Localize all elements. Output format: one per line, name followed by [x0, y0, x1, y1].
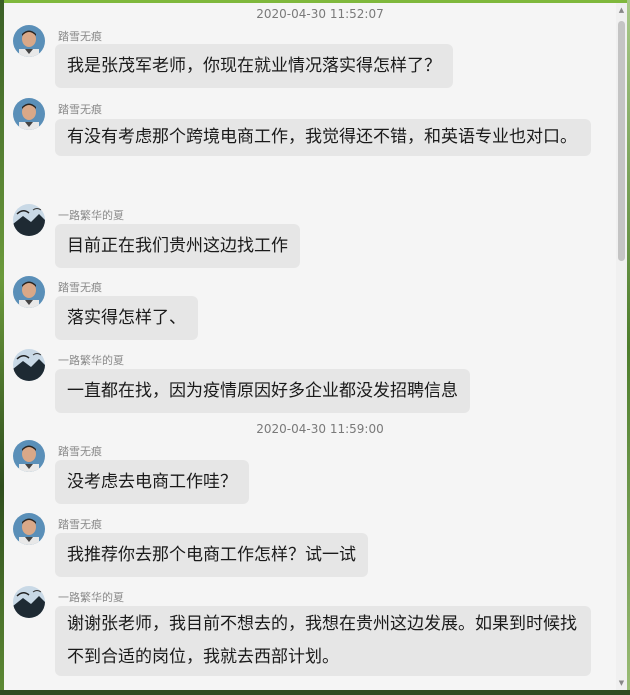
message-bubble[interactable]: 我推荐你去那个电商工作怎样？试一试: [55, 533, 368, 577]
message-bubble[interactable]: 目前正在我们贵州这边找工作: [55, 224, 300, 268]
sender-name: 踏雪无痕: [58, 518, 102, 531]
sender-name: 一路繁华的夏: [58, 591, 124, 604]
vertical-scrollbar[interactable]: ▲ ▼: [616, 3, 627, 690]
timestamp: 2020-04-30 11:59:00: [256, 422, 384, 436]
teacher-avatar[interactable]: [13, 440, 45, 472]
message-bubble[interactable]: 落实得怎样了、: [55, 296, 198, 340]
message-bubble[interactable]: 谢谢张老师，我目前不想去的，我想在贵州这边发展。如果到时候找不到合适的岗位，我就…: [55, 606, 591, 676]
sender-name: 踏雪无痕: [58, 103, 102, 116]
teacher-avatar[interactable]: [13, 276, 45, 308]
sender-name: 一路繁华的夏: [58, 209, 124, 222]
teacher-avatar[interactable]: [13, 25, 45, 57]
sender-name: 踏雪无痕: [58, 445, 102, 458]
scrollbar-thumb[interactable]: [618, 21, 625, 261]
timestamp: 2020-04-30 11:52:07: [256, 7, 384, 21]
sender-name: 踏雪无痕: [58, 30, 102, 43]
teacher-avatar[interactable]: [13, 513, 45, 545]
arrow-up-icon[interactable]: ▲: [617, 5, 626, 15]
sender-name: 一路繁华的夏: [58, 354, 124, 367]
message-list[interactable]: 2020-04-30 11:52:07 踏雪无痕 我是张茂军老师，你现在就业情况…: [4, 3, 616, 690]
message-bubble[interactable]: 有没有考虑那个跨境电商工作，我觉得还不错，和英语专业也对口。: [55, 119, 591, 156]
message-bubble[interactable]: 一直都在找，因为疫情原因好多企业都没发招聘信息: [55, 369, 470, 413]
message-bubble[interactable]: 我是张茂军老师，你现在就业情况落实得怎样了？: [55, 44, 453, 88]
desktop-edge-bottom: [0, 690, 630, 695]
student-avatar[interactable]: [13, 204, 45, 236]
arrow-down-icon[interactable]: ▼: [617, 678, 626, 688]
chat-window: 2020-04-30 11:52:07 踏雪无痕 我是张茂军老师，你现在就业情况…: [4, 3, 627, 690]
student-avatar[interactable]: [13, 586, 45, 618]
message-bubble[interactable]: 没考虑去电商工作哇？: [55, 460, 249, 504]
sender-name: 踏雪无痕: [58, 281, 102, 294]
teacher-avatar[interactable]: [13, 98, 45, 130]
student-avatar[interactable]: [13, 349, 45, 381]
